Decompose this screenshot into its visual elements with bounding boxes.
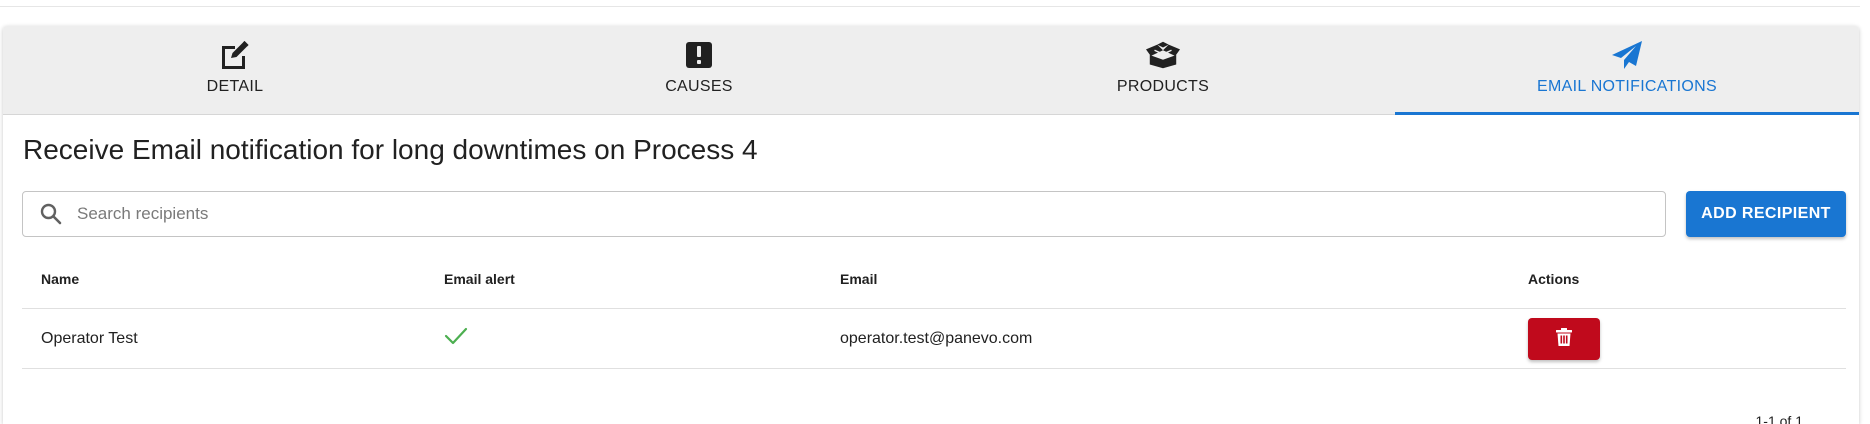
column-header-name[interactable]: Name xyxy=(41,250,79,308)
search-box xyxy=(22,191,1666,237)
table-row: Operator Test operator.test@panevo.com xyxy=(22,309,1846,369)
add-recipient-button[interactable]: ADD RECIPIENT xyxy=(1686,191,1846,237)
email-alert-status xyxy=(444,309,468,368)
recipients-table: Name Email alert Email Actions Operator … xyxy=(22,250,1846,369)
column-header-actions: Actions xyxy=(1528,271,1580,287)
column-header-email[interactable]: Email xyxy=(840,250,877,308)
tab-bar: DETAIL CAUSES PRODUCTS EMAIL NOTIFICATIO… xyxy=(3,26,1859,115)
recipient-name: Operator Test xyxy=(41,329,138,347)
tab-products[interactable]: PRODUCTS xyxy=(931,26,1395,114)
checkmark-icon xyxy=(444,326,468,351)
row-actions xyxy=(1528,309,1600,368)
tab-detail[interactable]: DETAIL xyxy=(3,26,467,114)
tab-email-notifications[interactable]: EMAIL NOTIFICATIONS xyxy=(1395,26,1859,115)
table-header-row: Name Email alert Email Actions xyxy=(22,250,1846,309)
tab-causes-label: CAUSES xyxy=(665,78,733,95)
tab-causes[interactable]: CAUSES xyxy=(467,26,931,114)
tab-email-notifications-label: EMAIL NOTIFICATIONS xyxy=(1537,78,1717,95)
column-header-email-alert[interactable]: Email alert xyxy=(444,250,515,308)
recipient-email: operator.test@panevo.com xyxy=(840,329,1033,347)
top-divider xyxy=(0,6,1860,7)
paper-plane-icon xyxy=(1610,38,1644,72)
edit-icon xyxy=(218,38,252,72)
page-title: Receive Email notification for long down… xyxy=(23,134,758,165)
open-box-icon xyxy=(1146,38,1180,72)
process-settings-card: DETAIL CAUSES PRODUCTS EMAIL NOTIFICATIO… xyxy=(3,26,1859,424)
exclamation-square-icon xyxy=(682,38,716,72)
tab-detail-label: DETAIL xyxy=(206,78,264,95)
search-input[interactable] xyxy=(75,193,1665,235)
pagination-range: 1-1 of 1 xyxy=(1755,413,1803,424)
trash-icon xyxy=(1556,328,1572,349)
tab-products-label: PRODUCTS xyxy=(1116,78,1210,95)
delete-recipient-button[interactable] xyxy=(1528,317,1600,360)
search-icon xyxy=(37,200,65,228)
